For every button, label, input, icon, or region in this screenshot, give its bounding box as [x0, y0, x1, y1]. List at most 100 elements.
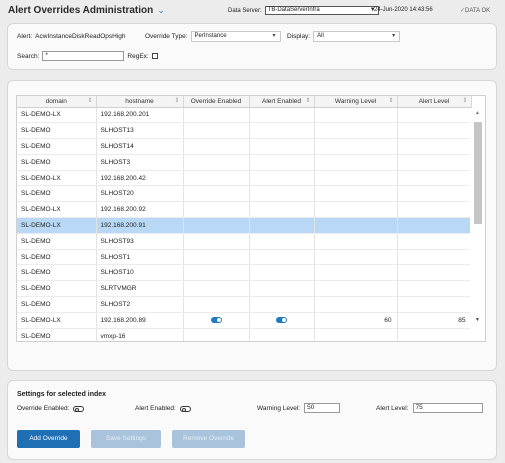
alert-value: AcwInstanceDiskReadOpsHigh [35, 33, 126, 40]
cell-warning-level [314, 328, 398, 341]
cell-hostname: SLHOST93 [96, 233, 184, 250]
data-status-text: DATA OK [465, 8, 491, 14]
toggle-on-icon[interactable] [276, 317, 287, 324]
display-select[interactable]: All ▾ [313, 31, 401, 42]
page-title[interactable]: Alert Overrides Administration ⌄ [8, 5, 165, 16]
cell-override-enabled [183, 107, 250, 124]
table-row[interactable]: SL-DEMO-LX 192.168.200.91 [17, 217, 472, 234]
cell-hostname: SLHOST14 [96, 138, 184, 155]
cell-domain: SL-DEMO [17, 249, 97, 266]
table-row[interactable]: SL-DEMO-LX 192.168.200.89 60 85 [17, 312, 472, 329]
cell-domain: SL-DEMO [17, 122, 97, 140]
cell-alert-level [397, 170, 472, 187]
cell-override-enabled [183, 201, 250, 219]
search-input[interactable]: * [42, 51, 125, 61]
table-row[interactable]: SL-DEMO SLHOST3 [17, 154, 472, 171]
data-server-value: TB-DataServerInfra [267, 7, 320, 13]
scrollbar-thumb[interactable] [474, 122, 482, 224]
cell-alert-enabled [249, 185, 315, 203]
cell-alert-level [397, 217, 472, 234]
column-header-alert-level[interactable]: Alert Level ⇕ [397, 96, 472, 108]
cell-override-enabled [183, 296, 250, 313]
cell-alert-enabled [249, 280, 315, 298]
table-body: SL-DEMO-LX 192.168.200.201 SL-DEMO SLHOST13… [17, 107, 472, 341]
override-enabled-label: Override Enabled: [17, 405, 70, 412]
filter-panel: Alert: AcwInstanceDiskReadOpsHigh Overri… [7, 23, 497, 70]
remove-override-button[interactable]: Remove Override [172, 430, 245, 448]
regex-checkbox[interactable] [151, 53, 158, 59]
overrides-table: domain ⇕ hostname ⇕ Override Enabled Alert… [16, 95, 486, 342]
scroll-up-icon[interactable]: ▲ [475, 110, 480, 116]
override-type-select[interactable]: PerInstance ▾ [190, 31, 281, 42]
cell-alert-enabled [249, 328, 315, 341]
cell-alert-enabled[interactable] [249, 312, 315, 329]
warning-level-input[interactable]: 50 [304, 403, 341, 413]
cell-alert-level [397, 154, 472, 171]
cell-override-enabled [183, 328, 250, 341]
cell-alert-level [397, 296, 472, 313]
regex-label: RegEx: [127, 52, 149, 60]
table-row[interactable]: SL-DEMO SLHOST93 [17, 233, 472, 250]
cell-hostname: SLRTVMGR [96, 280, 184, 298]
column-header-domain[interactable]: domain ⇕ [17, 96, 97, 108]
cell-domain: SL-DEMO [17, 264, 97, 282]
chevron-down-icon[interactable]: ⌄ [157, 5, 165, 16]
table-row[interactable]: SL-DEMO-LX 192.168.200.42 [17, 170, 472, 187]
column-header-label: Warning Level [334, 97, 377, 105]
column-header-alert-enabled[interactable]: Alert Enabled ⇕ [249, 96, 315, 108]
cell-alert-enabled [249, 296, 315, 313]
cell-alert-level [397, 280, 472, 298]
column-header-warning-level[interactable]: Warning Level ⇕ [314, 96, 398, 108]
table-row[interactable]: SL-DEMO SLRTVMGR [17, 280, 472, 298]
sort-icon: ⇕ [462, 98, 468, 104]
display-label: Display: [287, 33, 311, 40]
cell-hostname: 192.168.200.89 [96, 312, 184, 329]
cell-override-enabled [183, 280, 250, 298]
cell-override-enabled [183, 170, 250, 187]
cell-alert-enabled [249, 249, 315, 266]
cell-warning-level [314, 233, 398, 250]
data-server-select[interactable]: TB-DataServerInfra ▼ [264, 6, 379, 15]
cell-hostname: SLHOST13 [96, 122, 184, 140]
sort-icon: ⇕ [174, 98, 180, 104]
override-type-group: Override Type: PerInstance ▾ [145, 31, 281, 42]
override-enabled-toggle[interactable] [73, 405, 85, 412]
cell-override-enabled[interactable] [183, 312, 250, 329]
table-row[interactable]: SL-DEMO vmxp-16 [17, 328, 472, 341]
cell-domain: SL-DEMO-LX [17, 107, 97, 124]
table-row[interactable]: SL-DEMO-LX 192.168.200.201 [17, 107, 472, 124]
table-row[interactable]: SL-DEMO SLHOST14 [17, 138, 472, 155]
cell-alert-level: 85 [397, 312, 472, 329]
cell-warning-level [314, 201, 398, 219]
cell-alert-level [397, 122, 472, 140]
data-server-group: Data Server: TB-DataServerInfra ▼ [228, 6, 379, 15]
table-row[interactable]: SL-DEMO SLHOST2 [17, 296, 472, 313]
override-type-label: Override Type: [145, 33, 188, 40]
scroll-down-icon[interactable]: ▼ [475, 317, 480, 323]
cell-alert-enabled [249, 217, 315, 234]
cell-alert-enabled [249, 264, 315, 282]
alert-level-input[interactable]: 75 [412, 403, 483, 413]
save-settings-button[interactable]: Save Settings [91, 430, 161, 448]
table-row[interactable]: SL-DEMO-LX 192.168.200.92 [17, 201, 472, 219]
cell-warning-level [314, 185, 398, 203]
table-row[interactable]: SL-DEMO SLHOST20 [17, 185, 472, 203]
column-header-override-enabled[interactable]: Override Enabled [183, 96, 250, 108]
add-override-button[interactable]: Add Override [17, 430, 80, 448]
cell-override-enabled [183, 138, 250, 155]
cell-domain: SL-DEMO-LX [17, 217, 97, 234]
cell-hostname: SLHOST20 [96, 185, 184, 203]
column-header-hostname[interactable]: hostname ⇕ [96, 96, 184, 108]
alert-label: Alert: [17, 33, 33, 40]
alert-enabled-toggle[interactable] [179, 405, 191, 412]
vertical-scrollbar[interactable]: ▲ ▼ [470, 108, 485, 341]
table-row[interactable]: SL-DEMO SLHOST13 [17, 122, 472, 140]
cell-warning-level [314, 170, 398, 187]
toggle-on-icon[interactable] [210, 317, 222, 324]
cell-domain: SL-DEMO [17, 138, 97, 155]
column-header-label: Alert Enabled [261, 97, 302, 105]
warning-level-label: Warning Level: [257, 404, 301, 412]
cell-alert-enabled [249, 170, 315, 187]
table-row[interactable]: SL-DEMO SLHOST10 [17, 264, 472, 282]
table-row[interactable]: SL-DEMO SLHOST1 [17, 249, 472, 266]
